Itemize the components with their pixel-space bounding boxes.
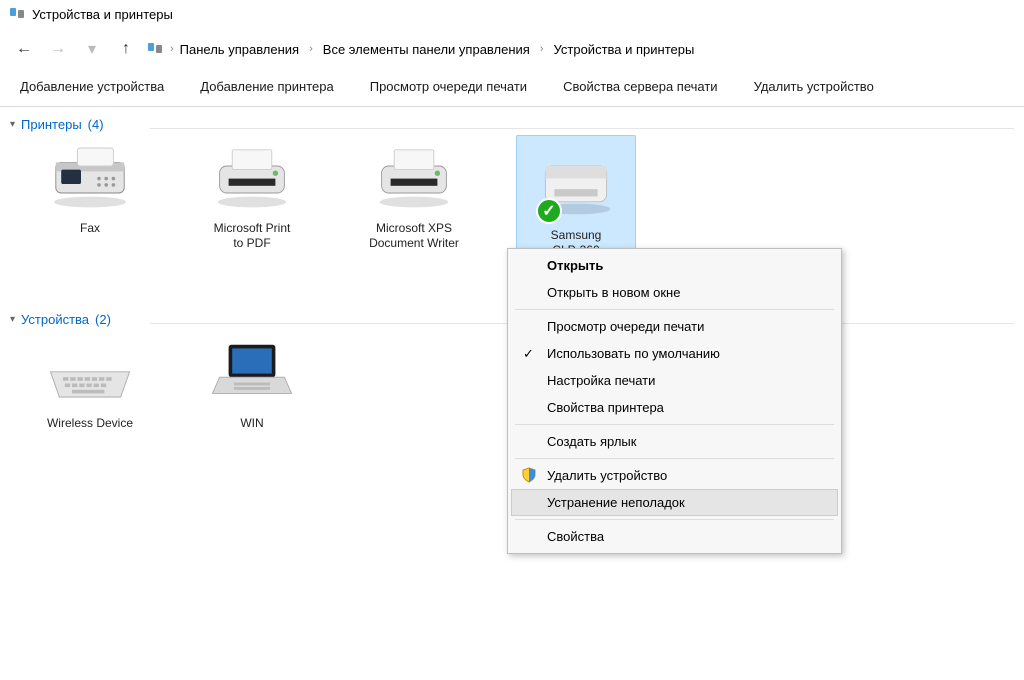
command-bar: Добавление устройства Добавление принтер… [0, 69, 1024, 107]
group-count: (2) [95, 312, 111, 327]
cm-open[interactable]: Открыть [511, 252, 838, 279]
group-title: Устройства [21, 312, 89, 327]
menu-separator [515, 309, 834, 310]
cm-create-shortcut[interactable]: Создать ярлык [511, 428, 838, 455]
chevron-right-icon: › [170, 43, 174, 55]
crumb-mid[interactable]: Все элементы панели управления [323, 42, 530, 57]
add-printer-button[interactable]: Добавление принтера [200, 79, 333, 94]
chevron-down-icon: ▾ [10, 119, 15, 130]
path-icon [146, 39, 164, 60]
up-button[interactable]: ↑ [112, 35, 140, 63]
add-device-button[interactable]: Добавление устройства [20, 79, 164, 94]
device-label: Microsoft Printto PDF [214, 221, 291, 251]
group-count: (4) [88, 117, 104, 132]
remove-device-button[interactable]: Удалить устройство [754, 79, 874, 94]
chevron-down-icon: ▾ [10, 314, 15, 325]
devices-printers-icon [8, 4, 26, 25]
cm-printer-props[interactable]: Свойства принтера [511, 394, 838, 421]
window-title: Устройства и принтеры [32, 7, 173, 22]
shield-icon [521, 467, 537, 486]
cm-open-new-window[interactable]: Открыть в новом окне [511, 279, 838, 306]
device-label: Microsoft XPSDocument Writer [369, 221, 459, 251]
printer-icon: ✓ [528, 142, 624, 222]
server-props-button[interactable]: Свойства сервера печати [563, 79, 718, 94]
chevron-right-icon: › [540, 43, 544, 55]
fax-icon [42, 135, 138, 215]
cm-properties[interactable]: Свойства [511, 523, 838, 550]
device-item-fax[interactable]: Fax [30, 135, 150, 284]
crumb-leaf[interactable]: Устройства и принтеры [554, 42, 695, 57]
menu-separator [515, 424, 834, 425]
laptop-icon [204, 330, 300, 410]
cm-remove-label: Удалить устройство [547, 468, 667, 483]
menu-separator [515, 458, 834, 459]
forward-button[interactable]: → [44, 35, 72, 63]
back-button[interactable]: ← [10, 35, 38, 63]
printer-icon [366, 135, 462, 215]
chevron-right-icon: › [309, 43, 313, 55]
cm-set-default-label: Использовать по умолчанию [547, 346, 720, 361]
breadcrumb[interactable]: Панель управления › Все элементы панели … [180, 42, 695, 57]
device-label: Wireless Device [47, 416, 133, 431]
printer-icon [204, 135, 300, 215]
cm-view-queue[interactable]: Просмотр очереди печати [511, 313, 838, 340]
crumb-root[interactable]: Панель управления [180, 42, 299, 57]
device-item-win[interactable]: WIN [192, 330, 312, 431]
checkmark-icon: ✓ [523, 346, 534, 362]
device-label: WIN [240, 416, 263, 431]
recent-dropdown[interactable]: ▾ [78, 35, 106, 63]
default-check-badge: ✓ [536, 198, 562, 224]
view-queue-button[interactable]: Просмотр очереди печати [370, 79, 527, 94]
context-menu: Открыть Открыть в новом окне Просмотр оч… [507, 248, 842, 554]
cm-set-default[interactable]: ✓ Использовать по умолчанию [511, 340, 838, 367]
cm-print-settings[interactable]: Настройка печати [511, 367, 838, 394]
device-item-wireless[interactable]: Wireless Device [30, 330, 150, 431]
device-label: Fax [80, 221, 100, 236]
nav-bar: ← → ▾ ↑ › Панель управления › Все элемен… [0, 29, 1024, 69]
cm-troubleshoot[interactable]: Устранение неполадок [511, 489, 838, 516]
titlebar: Устройства и принтеры [0, 0, 1024, 29]
menu-separator [515, 519, 834, 520]
keyboard-icon [42, 330, 138, 410]
group-title: Принтеры [21, 117, 82, 132]
device-item-ms-pdf[interactable]: Microsoft Printto PDF [192, 135, 312, 284]
cm-remove-device[interactable]: Удалить устройство [511, 462, 838, 489]
device-item-ms-xps[interactable]: Microsoft XPSDocument Writer [354, 135, 474, 284]
